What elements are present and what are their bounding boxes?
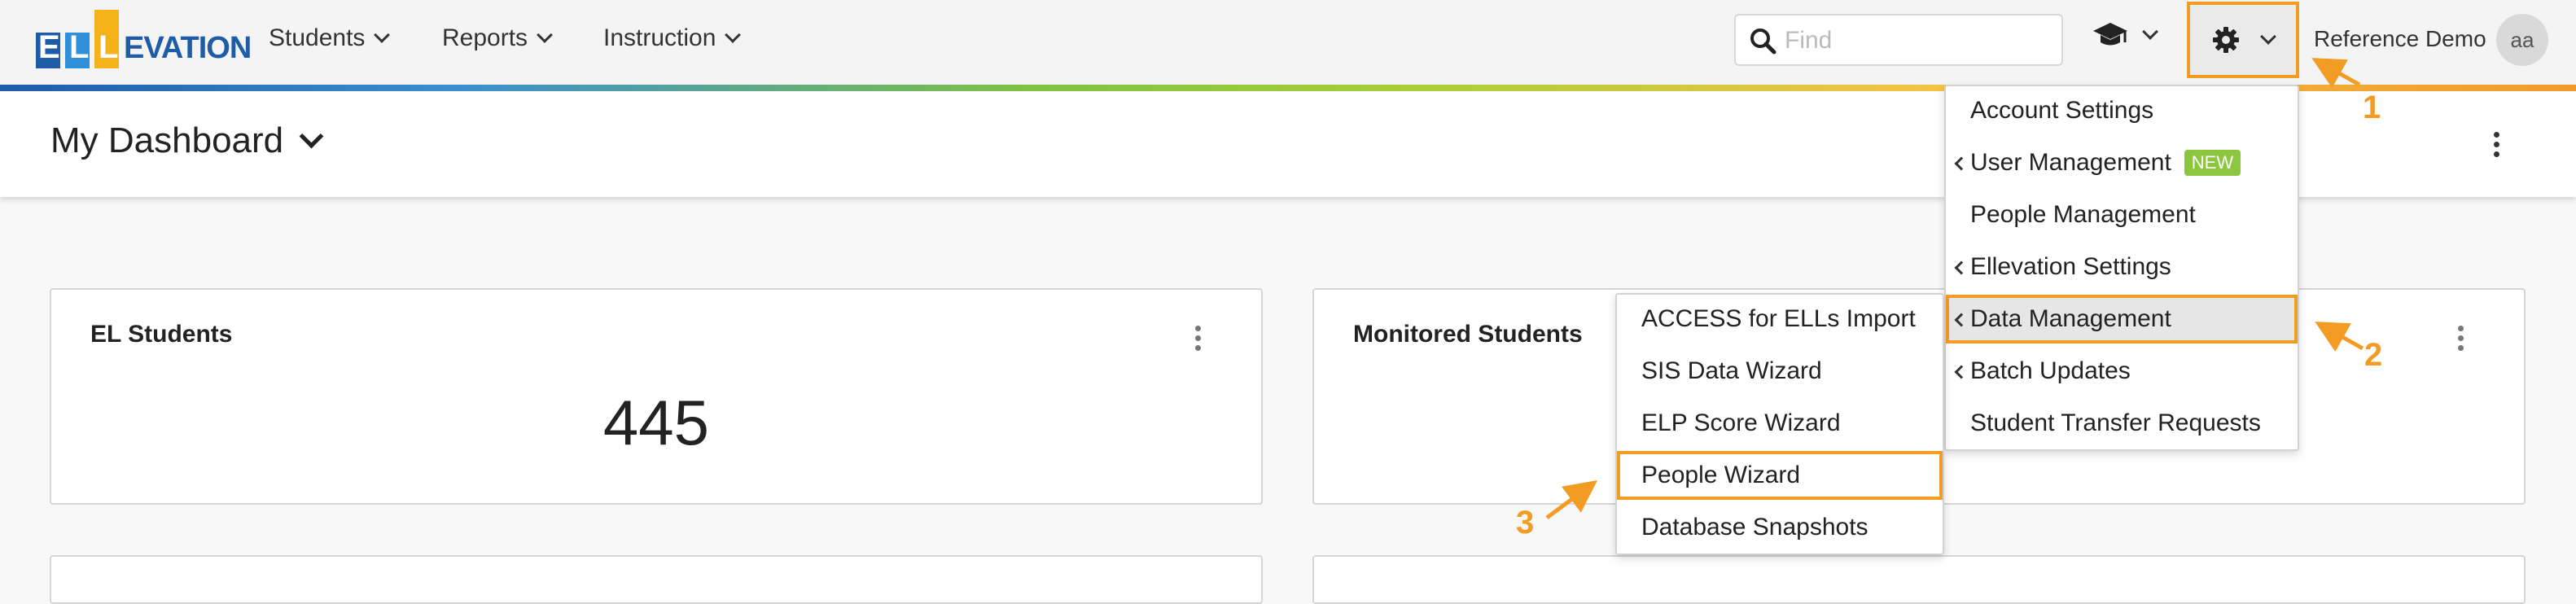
annotation-arrow-2 (2315, 322, 2364, 352)
annotation-arrow-3 (1545, 480, 1598, 520)
annotation-arrows (1545, 58, 2364, 520)
annotation-step-3: 3 (1516, 505, 1535, 541)
annotation-step-1: 1 (2363, 90, 2381, 125)
dashboard-card-next (1312, 555, 2526, 604)
annotation-step-2: 2 (2364, 337, 2383, 373)
dashboard-card-next (50, 555, 1263, 604)
annotation-arrow-1 (2311, 58, 2361, 89)
